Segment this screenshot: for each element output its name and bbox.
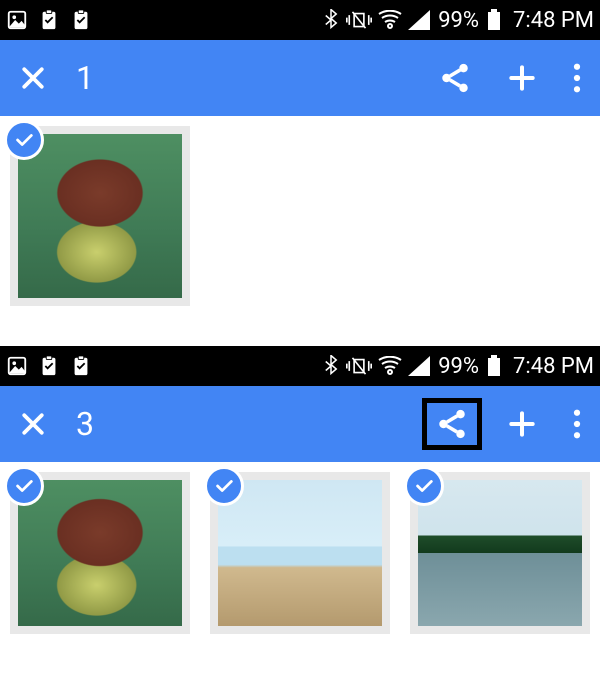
selection-check-icon[interactable] [404, 466, 444, 506]
screenshot-1: 99% 7:48 PM 1 [0, 0, 600, 326]
photo-thumbnail[interactable] [10, 126, 190, 306]
selection-count: 3 [76, 405, 94, 443]
bluetooth-icon [322, 355, 340, 377]
selection-check-icon[interactable] [4, 120, 44, 160]
overflow-menu-button[interactable] [572, 63, 582, 93]
clipboard-icon [70, 9, 92, 31]
status-bar: 99% 7:48 PM [0, 346, 600, 386]
image-icon [6, 9, 28, 31]
photo-thumbnail[interactable] [210, 472, 390, 634]
vibrate-icon [346, 355, 372, 377]
photo-image [18, 480, 182, 626]
selection-check-icon[interactable] [4, 466, 44, 506]
selection-check-icon[interactable] [204, 466, 244, 506]
wifi-icon [378, 356, 402, 376]
battery-icon [487, 9, 501, 31]
share-button[interactable] [422, 398, 482, 450]
clipboard-icon [70, 355, 92, 377]
add-button[interactable] [506, 62, 538, 94]
signal-icon [408, 356, 430, 376]
add-button[interactable] [506, 408, 538, 440]
selection-count: 1 [76, 59, 94, 97]
signal-icon [408, 10, 430, 30]
clock-time: 7:48 PM [513, 354, 594, 379]
clock-time: 7:48 PM [513, 8, 594, 33]
battery-percent: 99% [438, 354, 479, 379]
close-icon[interactable] [18, 409, 48, 439]
photo-image [18, 134, 182, 298]
bluetooth-icon [322, 9, 340, 31]
screenshot-2: 99% 7:48 PM 3 [0, 346, 600, 634]
clipboard-icon [38, 9, 60, 31]
selection-action-bar: 3 [0, 386, 600, 462]
photo-grid[interactable] [0, 116, 600, 326]
image-icon [6, 355, 28, 377]
wifi-icon [378, 10, 402, 30]
clipboard-icon [38, 355, 60, 377]
selection-action-bar: 1 [0, 40, 600, 116]
battery-icon [487, 355, 501, 377]
photo-image [418, 480, 582, 626]
overflow-menu-button[interactable] [572, 409, 582, 439]
photo-image [218, 480, 382, 626]
photo-grid[interactable] [0, 462, 600, 634]
vibrate-icon [346, 9, 372, 31]
photo-thumbnail[interactable] [10, 472, 190, 634]
close-icon[interactable] [18, 63, 48, 93]
share-button[interactable] [438, 61, 472, 95]
photo-thumbnail[interactable] [410, 472, 590, 634]
battery-percent: 99% [438, 8, 479, 33]
status-bar: 99% 7:48 PM [0, 0, 600, 40]
